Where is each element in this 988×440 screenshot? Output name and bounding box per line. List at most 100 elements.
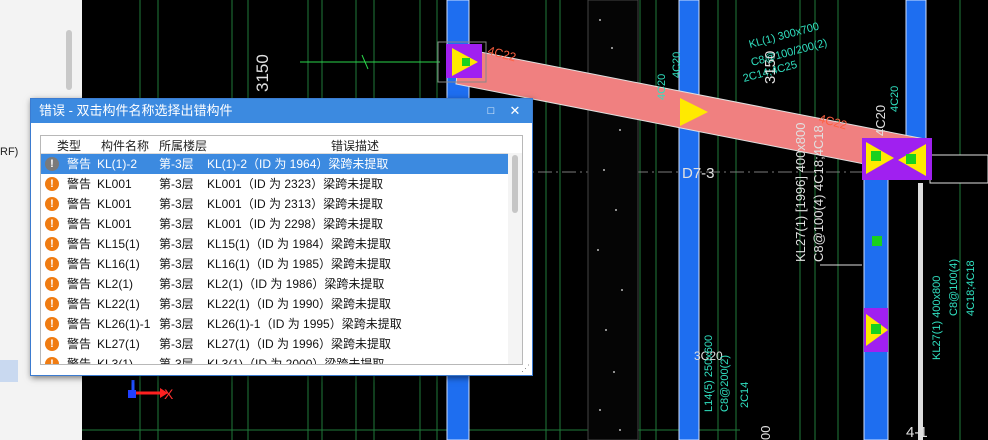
x-axis-label: X [164, 386, 174, 402]
table-body: ! 警告 KL(1)-2 第-3层 KL(1)-2（ID 为 1964）梁跨未提取! 警告… [41, 154, 522, 365]
warning-icon: ! [45, 177, 59, 191]
left-panel-scrollbar[interactable] [66, 30, 72, 90]
table-row[interactable]: ! 警告 KL(1)-2 第-3层 KL(1)-2（ID 为 1964）梁跨未提取 [41, 154, 522, 174]
col-header-desc[interactable]: 错误描述 [331, 137, 379, 154]
table-header: 类型 构件名称 所属楼层 错误描述 [41, 136, 522, 154]
cell-floor: 第-3层 [159, 257, 194, 271]
cell-name[interactable]: KL2(1) [97, 274, 133, 294]
beam-l14-stirrup: C8@200(2) [719, 355, 731, 412]
dialog-title: 错误 - 双击构件名称选择出错构件 [39, 103, 233, 118]
dim-3150-left: 3150 [253, 54, 272, 92]
warning-icon: ! [45, 357, 59, 364]
left-panel-selected-item[interactable] [0, 360, 18, 382]
table-vertical-scrollbar[interactable] [508, 153, 522, 364]
cell-type: 警告 [67, 297, 92, 311]
warning-icon: ! [45, 317, 59, 331]
beam-right-vertical[interactable] [905, 0, 927, 151]
beam-kl27[interactable] [863, 169, 889, 440]
dialog-titlebar[interactable]: 错误 - 双击构件名称选择出错构件 □ ✕ [31, 99, 532, 123]
close-button[interactable]: ✕ [504, 99, 526, 123]
cell-floor: 第-3层 [159, 297, 194, 311]
cell-name[interactable]: KL001 [97, 214, 132, 234]
table-row[interactable]: ! 警告 KL16(1) 第-3层 KL16(1)（ID 为 1985）梁跨未提取 [41, 254, 522, 274]
cell-floor: 第-3层 [159, 217, 194, 231]
beam-kl27-side-bars: 4C18;4C18 [965, 260, 977, 316]
cell-type: 警告 [67, 157, 92, 171]
axis-4-1: 4-1 [906, 424, 928, 440]
cell-name[interactable]: KL(1)-2 [97, 154, 137, 174]
cell-type: 警告 [67, 217, 92, 231]
close-icon: ✕ [509, 103, 521, 118]
beam-kl27-side-stirrup: C8@100(4) [948, 259, 960, 316]
table-row[interactable]: ! 警告 KL15(1) 第-3层 KL15(1)（ID 为 1984）梁跨未提取 [41, 234, 522, 254]
cell-name[interactable]: KL15(1) [97, 234, 140, 254]
col-header-name[interactable]: 构件名称 [101, 137, 149, 154]
cell-desc: KL16(1)（ID 为 1985）梁跨未提取 [207, 257, 392, 271]
cell-name[interactable]: KL27(1) [97, 334, 140, 354]
col-header-type[interactable]: 类型 [57, 137, 81, 154]
cell-desc: KL3(1)（ID 为 2000）梁跨未提取 [207, 357, 385, 365]
table-row[interactable]: ! 警告 KL001 第-3层 KL001（ID 为 2313）梁跨未提取 [41, 194, 522, 214]
table-row[interactable]: ! 警告 KL3(1) 第-3层 KL3(1)（ID 为 2000）梁跨未提取 [41, 354, 522, 365]
beam-l14-bottom: 2C14 [739, 382, 751, 408]
maximize-button[interactable]: □ [480, 99, 502, 123]
cell-desc: KL15(1)（ID 为 1984）梁跨未提取 [207, 237, 392, 251]
table-row[interactable]: ! 警告 KL22(1) 第-3层 KL22(1)（ID 为 1990）梁跨未提取 [41, 294, 522, 314]
warning-icon: ! [45, 337, 59, 351]
dim-bottom: 00 [758, 426, 773, 440]
table-row[interactable]: ! 警告 KL27(1) 第-3层 KL27(1)（ID 为 1996）梁跨未提取 [41, 334, 522, 354]
cell-name[interactable]: KL001 [97, 194, 132, 214]
cell-floor: 第-3层 [159, 277, 194, 291]
cell-floor: 第-3层 [159, 317, 194, 331]
beam-l14-section: L14(5) 250x600 [703, 335, 715, 412]
rebar-4c20-right2: 4C20 [889, 86, 901, 112]
cell-floor: 第-3层 [159, 157, 194, 171]
cell-floor: 第-3层 [159, 237, 194, 251]
cell-desc: KL001（ID 为 2313）梁跨未提取 [207, 197, 384, 211]
warning-icon: ! [45, 297, 59, 311]
rebar-4c20-mid: 4C20 [656, 74, 668, 100]
cell-desc: KL(1)-2（ID 为 1964）梁跨未提取 [207, 157, 389, 171]
beam-kl27-bars: C8@100(4) 4C18;4C18 [811, 125, 826, 262]
dim-3150-right: 3150 [762, 51, 779, 84]
cell-name[interactable]: KL3(1) [97, 354, 133, 364]
beam-kl27-side-label: KL27(1) 400x800 [931, 276, 943, 360]
table-row[interactable]: ! 警告 KL001 第-3层 KL001（ID 为 2323）梁跨未提取 [41, 174, 522, 194]
cell-desc: KL22(1)（ID 为 1990）梁跨未提取 [207, 297, 392, 311]
cell-desc: KL26(1)-1（ID 为 1995）梁跨未提取 [207, 317, 402, 331]
cell-name[interactable]: KL16(1) [97, 254, 140, 274]
table-row[interactable]: ! 警告 KL2(1) 第-3层 KL2(1)（ID 为 1986）梁跨未提取 [41, 274, 522, 294]
cell-floor: 第-3层 [159, 337, 194, 351]
col-header-floor[interactable]: 所属楼层 [159, 137, 207, 154]
cell-desc: KL2(1)（ID 为 1986）梁跨未提取 [207, 277, 385, 291]
warning-icon: ! [45, 237, 59, 251]
error-table: 类型 构件名称 所属楼层 错误描述 ! 警告 KL(1)-2 第-3层 KL(1)-2（… [40, 135, 523, 365]
axis-d7-3: D7-3 [682, 165, 715, 182]
cell-name[interactable]: KL22(1) [97, 294, 140, 314]
cell-type: 警告 [67, 237, 92, 251]
warning-icon: ! [45, 277, 59, 291]
cell-desc: KL27(1)（ID 为 1996）梁跨未提取 [207, 337, 392, 351]
cell-floor: 第-3层 [159, 177, 194, 191]
scrollbar-thumb[interactable] [512, 155, 518, 213]
cell-name[interactable]: KL26(1)-1 [97, 314, 150, 334]
resize-grip-icon[interactable]: ⋰ [521, 363, 530, 374]
cell-desc: KL001（ID 为 2298）梁跨未提取 [207, 217, 384, 231]
cell-type: 警告 [67, 197, 92, 211]
left-panel-fragment-text: RF) [0, 146, 19, 158]
beam-kl27-label: KL27(1) [1996] 400x800 [793, 123, 808, 263]
cell-type: 警告 [67, 177, 92, 191]
table-row[interactable]: ! 警告 KL26(1)-1 第-3层 KL26(1)-1（ID 为 1995）梁跨未提… [41, 314, 522, 334]
table-row[interactable]: ! 警告 KL001 第-3层 KL001（ID 为 2298）梁跨未提取 [41, 214, 522, 234]
cell-type: 警告 [67, 257, 92, 271]
rebar-4c20-mid2: 4C20 [671, 52, 683, 78]
rebar-4c20-right: 4C20 [873, 105, 888, 136]
beam-right-horizontal[interactable] [929, 154, 988, 184]
cell-type: 警告 [67, 317, 92, 331]
cell-type: 警告 [67, 357, 92, 365]
warning-icon: ! [45, 157, 59, 171]
cell-name[interactable]: KL001 [97, 174, 132, 194]
error-dialog: 错误 - 双击构件名称选择出错构件 □ ✕ 类型 构件名称 所属楼层 错误描述 … [30, 98, 533, 376]
cell-floor: 第-3层 [159, 197, 194, 211]
maximize-icon: □ [487, 105, 495, 117]
